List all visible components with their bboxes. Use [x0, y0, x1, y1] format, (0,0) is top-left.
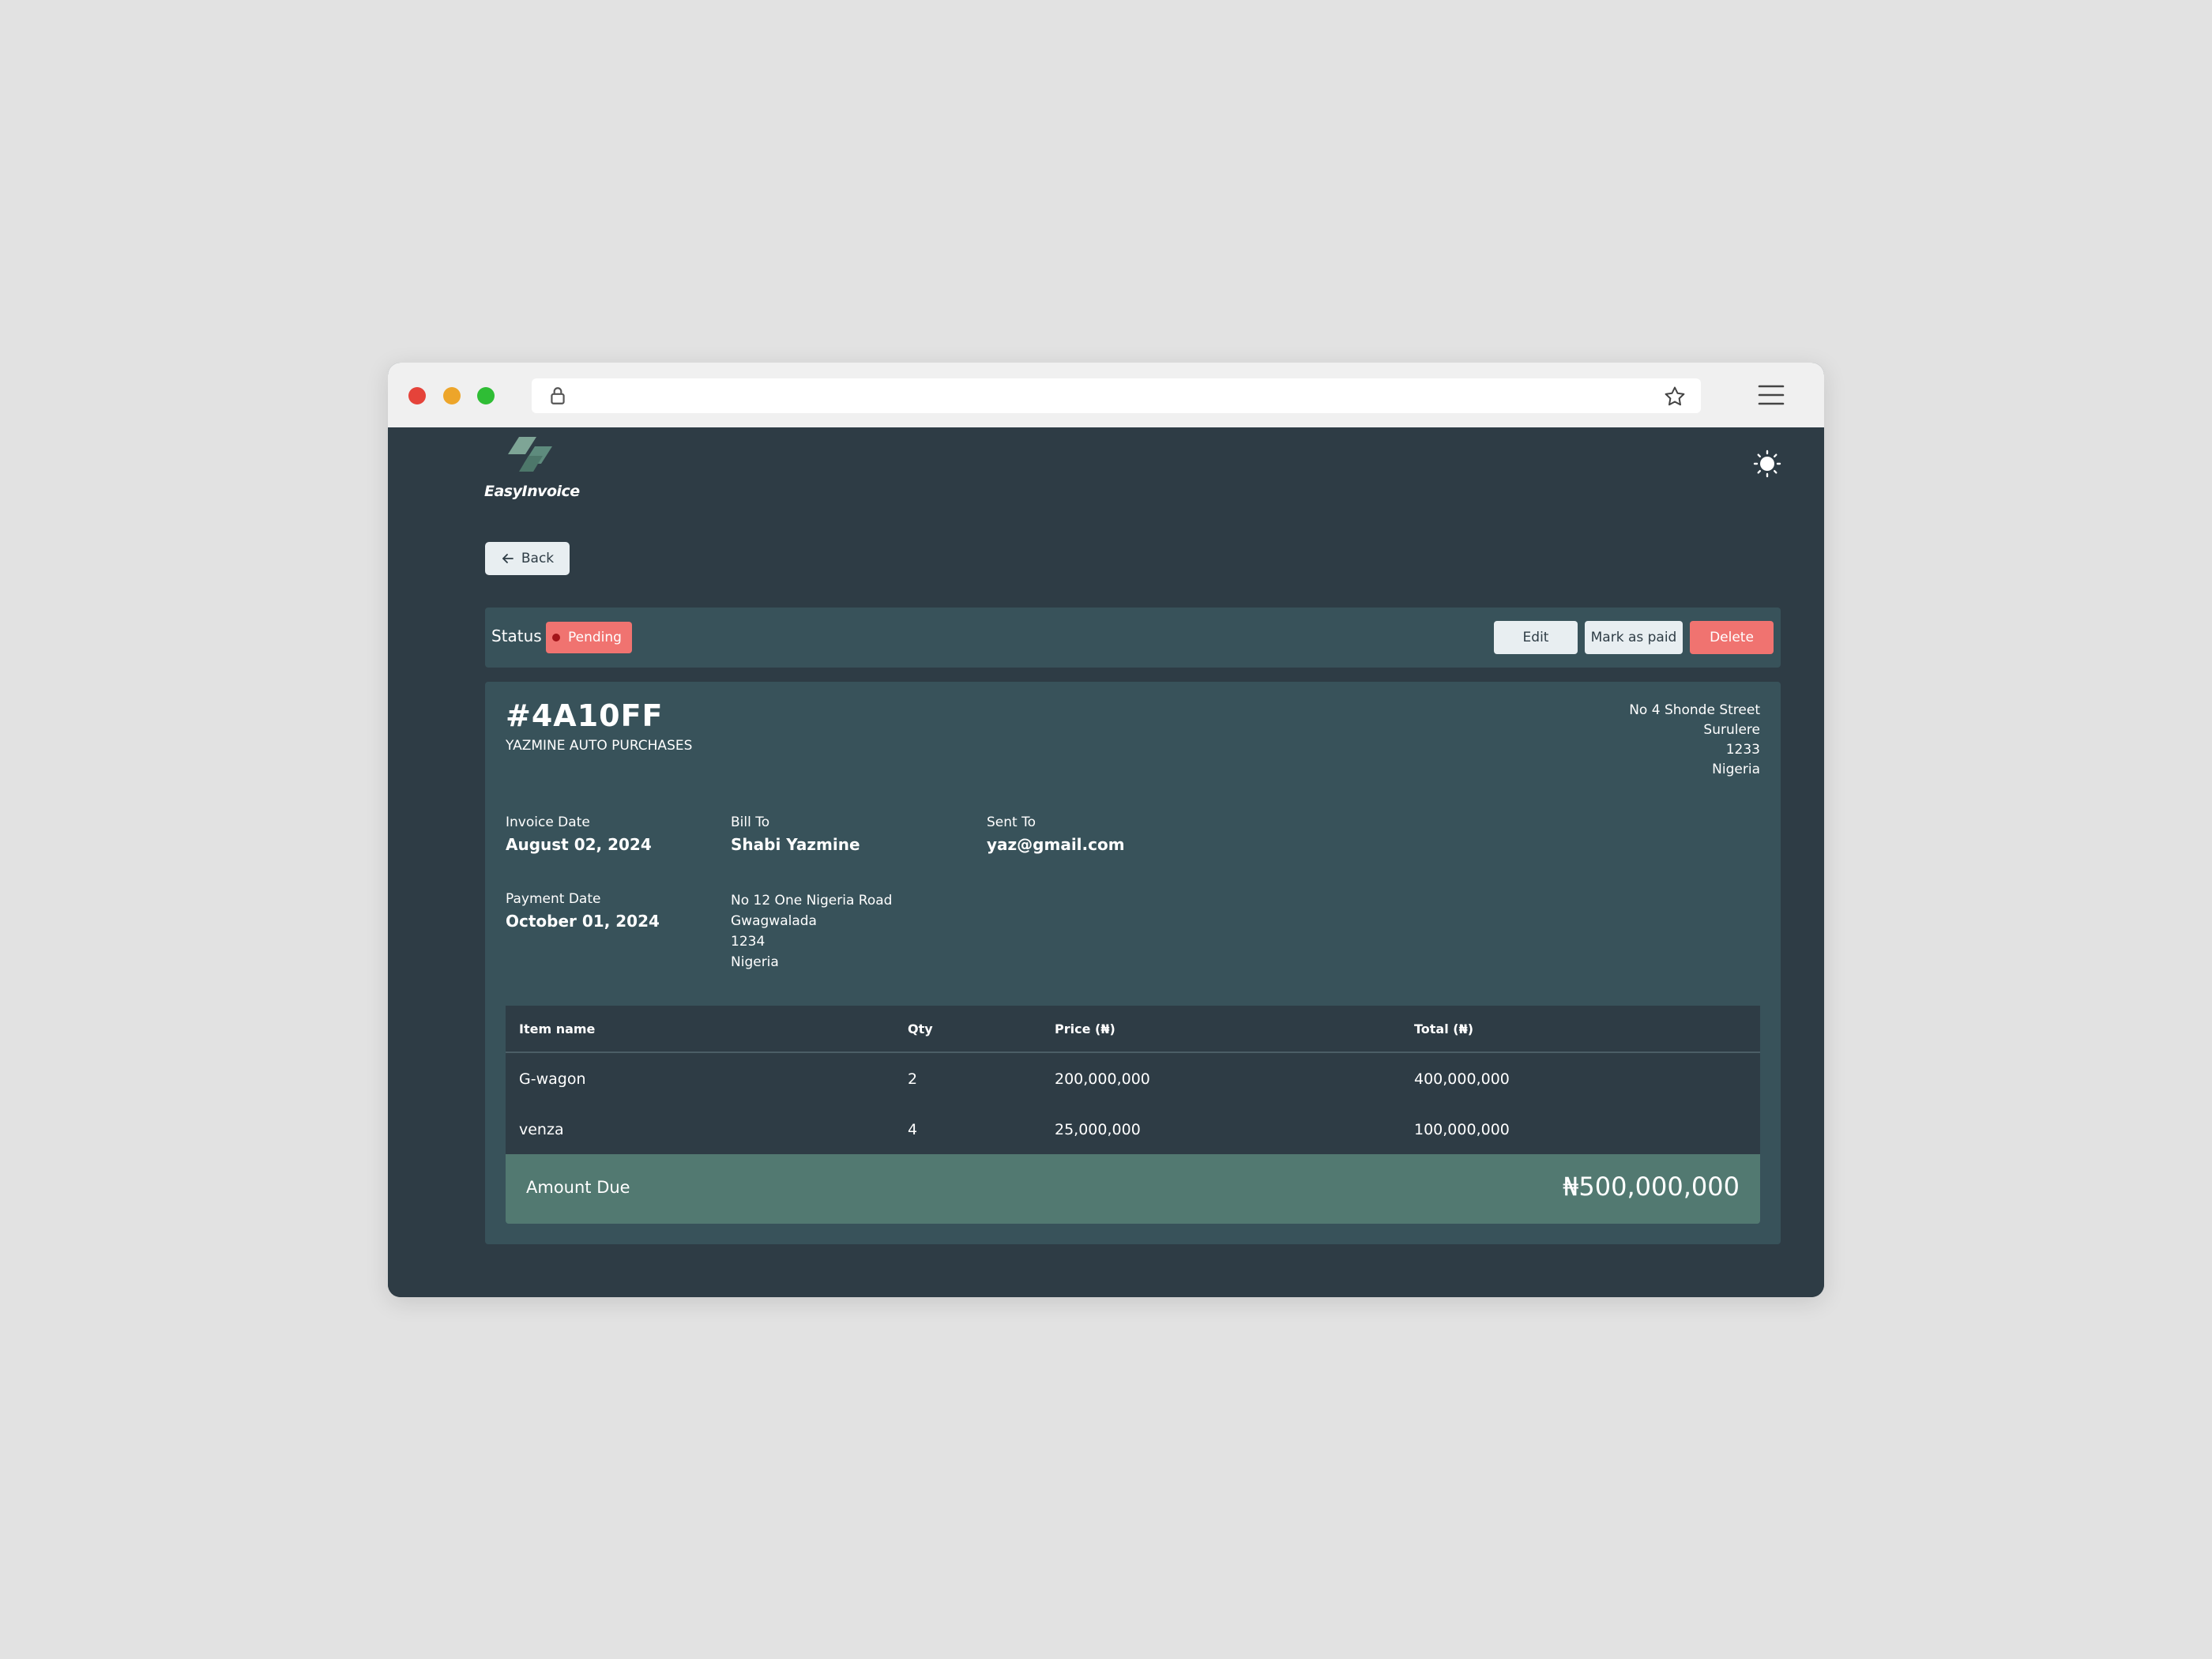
client-country: Nigeria [731, 954, 779, 970]
invoice-date-label: Invoice Date [506, 814, 590, 830]
browser-window: EasyInvoice Back Status Pending Edit Mar… [388, 363, 1824, 1297]
invoice-id: #4A10FF [506, 698, 664, 733]
address-bar[interactable] [532, 378, 1701, 413]
table-row: venza 4 25,000,000 100,000,000 [506, 1105, 1760, 1154]
sender-address: No 4 Shonde Street Surulere 1233 Nigeria [1629, 701, 1760, 780]
client-name: Shabi Yazmine [731, 835, 860, 854]
status-value: Pending [568, 630, 622, 645]
sender-street: No 4 Shonde Street [1629, 702, 1760, 718]
header-price: Price (₦) [1055, 1021, 1115, 1036]
back-button[interactable]: Back [485, 542, 570, 575]
browser-titlebar [388, 363, 1824, 427]
items-table: Item name Qty Price (₦) Total (₦) G-wago… [506, 1006, 1760, 1154]
payment-date: October 01, 2024 [506, 912, 660, 931]
table-header: Item name Qty Price (₦) Total (₦) [506, 1006, 1760, 1053]
arrow-left-icon [502, 554, 514, 563]
status-badge: Pending [546, 622, 632, 653]
amount-due-label: Amount Due [526, 1178, 630, 1197]
item-price: 25,000,000 [1055, 1121, 1141, 1138]
header-total: Total (₦) [1414, 1021, 1474, 1036]
invoice-date: August 02, 2024 [506, 835, 652, 854]
item-qty: 2 [908, 1070, 918, 1088]
status-label: Status [491, 626, 542, 645]
status-bar: Status Pending Edit Mark as paid Delete [485, 608, 1781, 668]
payment-date-label: Payment Date [506, 891, 601, 907]
mark-as-paid-button[interactable]: Mark as paid [1585, 621, 1683, 654]
item-qty: 4 [908, 1121, 918, 1138]
table-row: G-wagon 2 200,000,000 400,000,000 [506, 1055, 1760, 1104]
close-window-button[interactable] [408, 387, 426, 404]
amount-due-bar: Amount Due ₦500,000,000 [506, 1154, 1760, 1224]
logo-mark-icon [508, 437, 552, 472]
item-total: 400,000,000 [1414, 1070, 1510, 1088]
header-item-name: Item name [519, 1021, 596, 1036]
edit-button[interactable]: Edit [1494, 621, 1578, 654]
item-price: 200,000,000 [1055, 1070, 1150, 1088]
client-email: yaz@gmail.com [987, 835, 1125, 854]
sender-post-code: 1233 [1725, 742, 1760, 758]
amount-due-value: ₦500,000,000 [1563, 1172, 1740, 1202]
app-logo[interactable]: EasyInvoice [484, 437, 580, 508]
app-content: EasyInvoice Back Status Pending Edit Mar… [388, 427, 1824, 1297]
theme-toggle-sun-icon[interactable] [1753, 450, 1781, 478]
item-name: G-wagon [519, 1070, 586, 1088]
invoice-description: YAZMINE AUTO PURCHASES [506, 738, 693, 754]
client-street: No 12 One Nigeria Road [731, 893, 893, 908]
status-dot-icon [552, 634, 560, 641]
bill-to-label: Bill To [731, 814, 770, 830]
item-name: venza [519, 1121, 564, 1138]
back-button-label: Back [521, 551, 555, 566]
client-post-code: 1234 [731, 934, 766, 950]
invoice-card: #4A10FF YAZMINE AUTO PURCHASES No 4 Shon… [485, 682, 1781, 1244]
sender-country: Nigeria [1712, 762, 1760, 777]
hamburger-menu-icon[interactable] [1758, 383, 1785, 407]
sender-city: Surulere [1703, 722, 1760, 738]
item-total: 100,000,000 [1414, 1121, 1510, 1138]
lock-icon [551, 387, 565, 404]
delete-button[interactable]: Delete [1690, 621, 1774, 654]
sent-to-label: Sent To [987, 814, 1036, 830]
maximize-window-button[interactable] [477, 387, 495, 404]
app-name: EasyInvoice [484, 483, 580, 500]
header-qty: Qty [908, 1021, 933, 1036]
client-city: Gwagwalada [731, 913, 817, 929]
bookmark-star-icon[interactable] [1663, 385, 1687, 408]
client-address: No 12 One Nigeria Road Gwagwalada 1234 N… [731, 890, 892, 972]
minimize-window-button[interactable] [443, 387, 461, 404]
